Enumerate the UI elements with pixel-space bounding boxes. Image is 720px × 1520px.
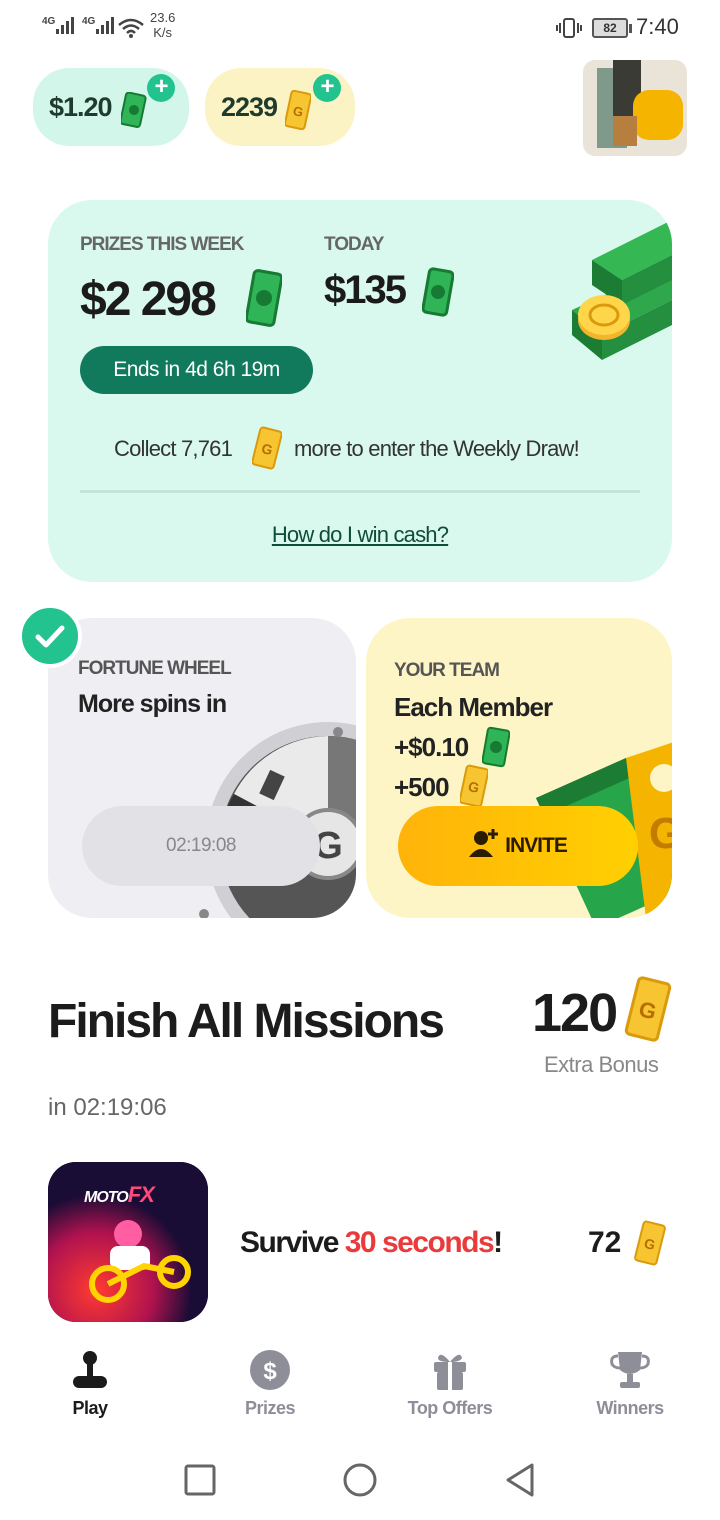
team-cash-reward: +$0.10 bbox=[394, 732, 469, 762]
team-label: YOUR TEAM bbox=[394, 660, 500, 681]
fortune-wheel-label: FORTUNE WHEEL bbox=[78, 658, 232, 679]
game-logo-part-a: MOTO bbox=[84, 1189, 129, 1206]
mission-text-suffix: ! bbox=[493, 1226, 503, 1259]
dollar-coin-icon: $ bbox=[250, 1350, 290, 1390]
vibrate-icon bbox=[556, 18, 582, 38]
cash-balance: $1.20 bbox=[49, 91, 113, 122]
mission-item[interactable]: MOTOFX Survive 30 seconds! 72 G bbox=[48, 1162, 672, 1322]
back-button[interactable] bbox=[500, 1460, 540, 1500]
missions-bonus-label: Extra Bonus bbox=[544, 1052, 659, 1077]
check-icon bbox=[18, 604, 82, 668]
fortune-wheel-card[interactable]: G FORTUNE WHEEL More spins in 02:19:08 bbox=[48, 618, 356, 918]
team-card[interactable]: G YOUR TEAM Each Member +$0.10 +500 G IN… bbox=[366, 618, 672, 918]
speed-value: 23.6 bbox=[150, 10, 176, 25]
wifi-icon bbox=[118, 18, 144, 38]
mission-text-highlight: 30 seconds bbox=[344, 1226, 495, 1259]
missions-bonus-value: 120 bbox=[532, 983, 618, 1043]
spin-timer-button[interactable]: 02:19:08 bbox=[82, 806, 320, 886]
signal-icon bbox=[56, 16, 74, 34]
cash-bill-icon bbox=[422, 267, 454, 317]
prizes-week-label: PRIZES THIS WEEK bbox=[80, 234, 244, 255]
network-type-1: 4G bbox=[42, 16, 56, 27]
network-type-2: 4G bbox=[82, 16, 96, 27]
invite-button[interactable]: INVITE bbox=[398, 806, 638, 886]
money-stack-illustration bbox=[572, 220, 672, 360]
system-navigation-bar bbox=[0, 1440, 720, 1520]
svg-text:G: G bbox=[649, 809, 672, 858]
nav-prizes-label: Prizes bbox=[244, 1398, 296, 1418]
cash-balance-pill[interactable]: $1.20 + bbox=[33, 68, 189, 146]
ticket-icon: G bbox=[460, 764, 488, 808]
add-tickets-button[interactable]: + bbox=[313, 74, 341, 102]
avatar[interactable] bbox=[583, 60, 687, 156]
prizes-today-label: TODAY bbox=[324, 234, 384, 255]
nav-prizes[interactable]: $ Prizes bbox=[200, 1340, 340, 1430]
team-title: Each Member bbox=[394, 692, 553, 722]
status-bar: 4G 4G 23.6 K/s 82 7:40 bbox=[0, 0, 720, 56]
battery-indicator: 82 bbox=[592, 18, 632, 38]
weekly-draw-hint: Collect 7,761 G more to enter the Weekly… bbox=[48, 426, 672, 470]
collect-amount-text: Collect 7,761 bbox=[114, 436, 233, 461]
ticket-icon: G bbox=[624, 976, 672, 1042]
fortune-wheel-title: More spins in bbox=[78, 690, 227, 718]
ticket-icon: G bbox=[285, 90, 311, 130]
clock: 7:40 bbox=[636, 14, 679, 39]
home-button[interactable] bbox=[340, 1460, 380, 1500]
prizes-card: PRIZES THIS WEEK TODAY $2 298 $135 Ends … bbox=[48, 200, 672, 582]
card-divider bbox=[80, 490, 640, 493]
weekly-draw-text: more to enter the Weekly Draw! bbox=[294, 436, 580, 461]
team-ticket-reward: +500 bbox=[394, 772, 450, 802]
gift-icon bbox=[434, 1354, 466, 1390]
game-logo: MOTOFX bbox=[84, 1182, 155, 1208]
nav-play[interactable]: Play bbox=[20, 1340, 160, 1430]
cash-bill-icon bbox=[121, 92, 147, 128]
mission-text-prefix: Survive bbox=[240, 1226, 345, 1259]
nav-winners[interactable]: Winners bbox=[560, 1340, 700, 1430]
add-cash-button[interactable]: + bbox=[147, 74, 175, 102]
game-logo-part-b: FX bbox=[127, 1182, 155, 1207]
game-thumbnail[interactable]: MOTOFX bbox=[48, 1162, 208, 1322]
ticket-icon: G bbox=[634, 1220, 666, 1266]
mission-description: Survive 30 seconds! bbox=[240, 1226, 503, 1260]
nav-top-offers[interactable]: Top Offers bbox=[380, 1340, 520, 1430]
nav-winners-label: Winners bbox=[596, 1398, 664, 1418]
nav-top-offers-label: Top Offers bbox=[407, 1398, 493, 1418]
week-ends-timer: Ends in 4d 6h 19m bbox=[80, 346, 313, 394]
ticket-balance: 2239 bbox=[221, 91, 278, 122]
svg-text:$: $ bbox=[263, 1358, 277, 1385]
speed-unit: K/s bbox=[153, 25, 173, 40]
missions-title: Finish All Missions bbox=[48, 995, 445, 1048]
network-speed: 23.6 K/s bbox=[150, 10, 175, 40]
ticket-balance-pill[interactable]: 2239 G + bbox=[205, 68, 355, 146]
trophy-icon bbox=[610, 1352, 650, 1388]
how-to-win-link[interactable]: How do I win cash? bbox=[48, 522, 672, 548]
prizes-week-value: $2 298 bbox=[80, 273, 217, 326]
recent-apps-button[interactable] bbox=[180, 1460, 220, 1500]
invite-label: INVITE bbox=[505, 834, 568, 857]
nav-play-label: Play bbox=[72, 1398, 108, 1418]
mission-reward: 72 bbox=[588, 1226, 622, 1259]
bottom-nav: Play $ Prizes Top Offers Winners bbox=[0, 1340, 720, 1430]
cash-bill-icon bbox=[246, 269, 282, 327]
cash-bill-icon bbox=[482, 726, 510, 768]
ticket-icon: G bbox=[252, 426, 282, 470]
missions-countdown: in 02:19:06 bbox=[48, 1094, 167, 1121]
signal-icon-2 bbox=[96, 16, 114, 34]
add-person-icon bbox=[469, 829, 499, 858]
prizes-today-value: $135 bbox=[324, 268, 407, 312]
joystick-icon bbox=[73, 1351, 107, 1388]
